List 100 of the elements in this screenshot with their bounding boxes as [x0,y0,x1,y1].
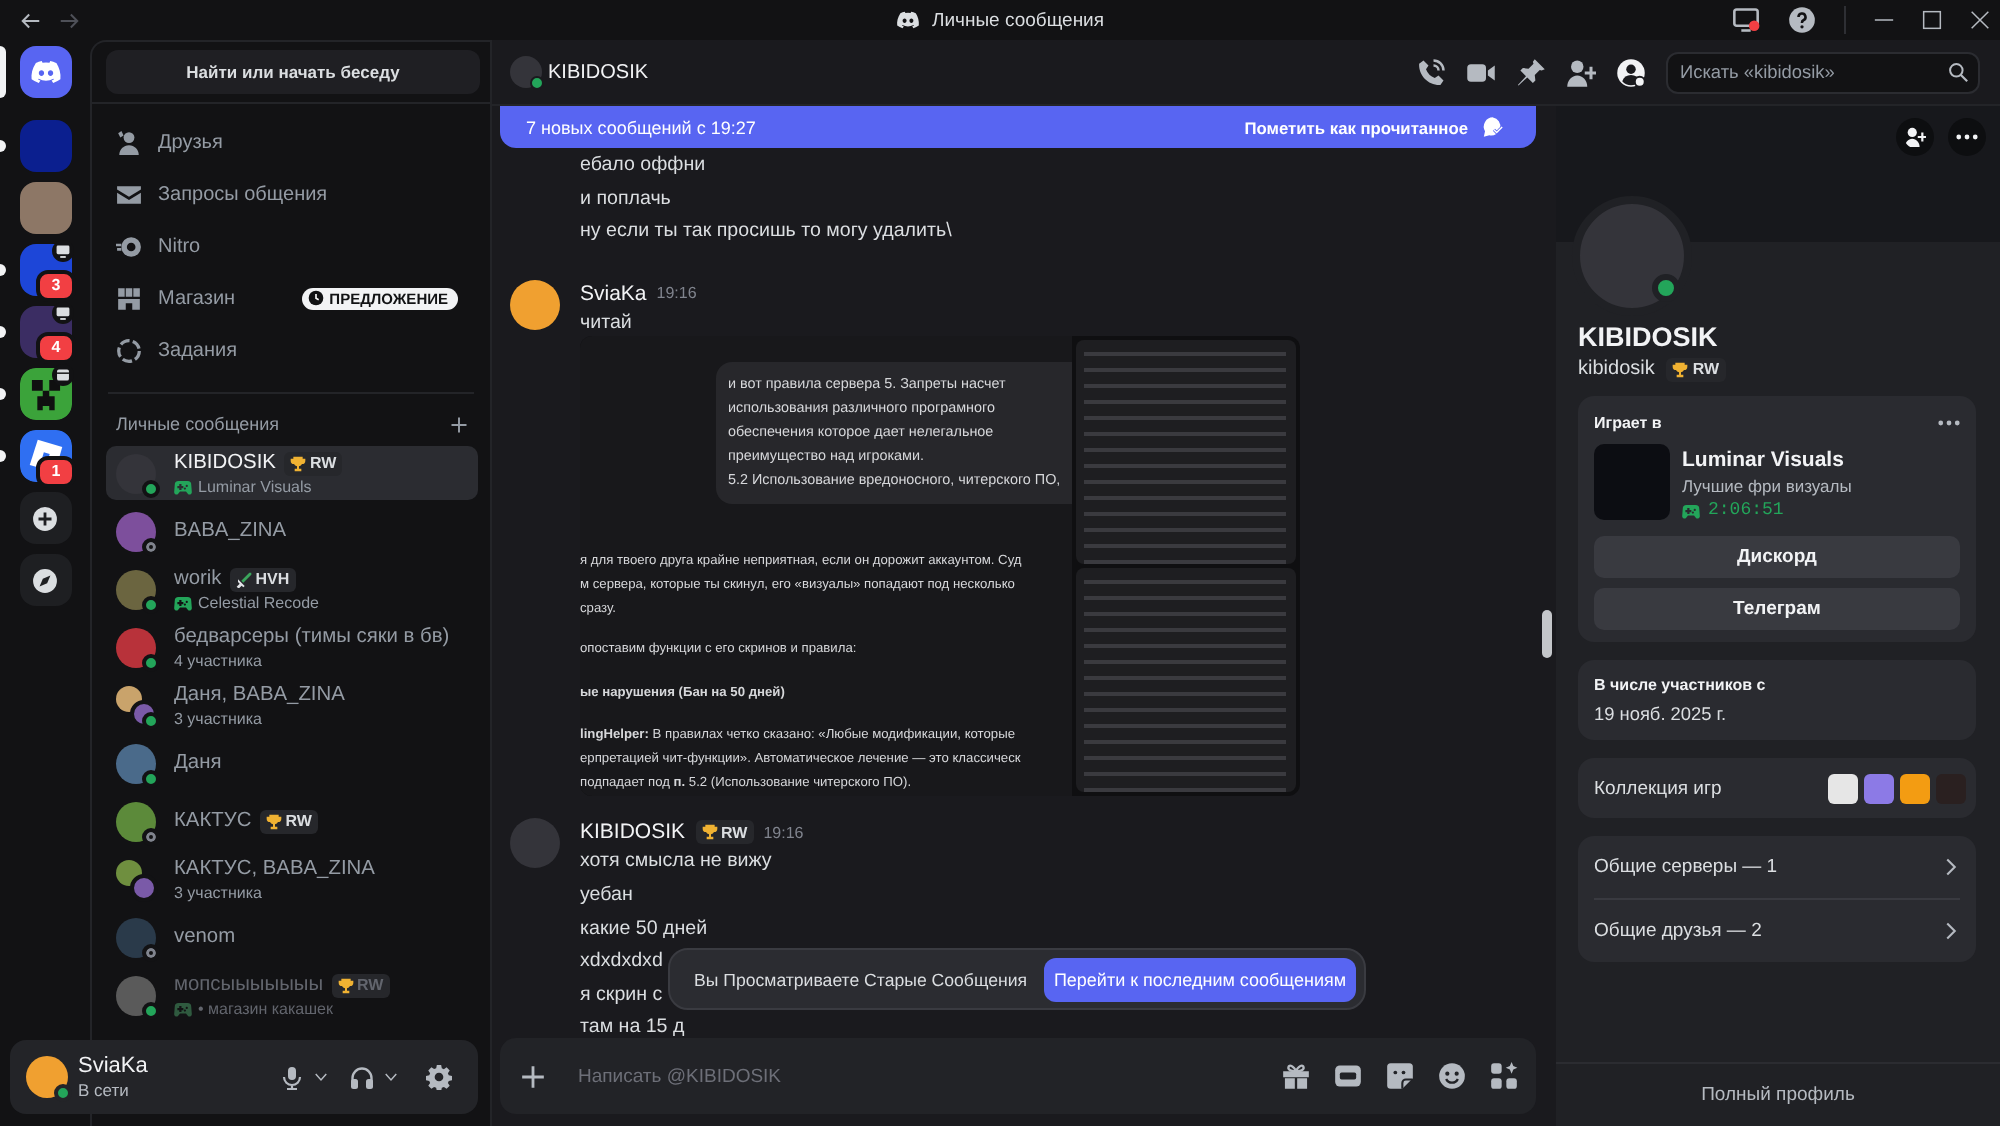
message-text: xdxdxdxd [580,948,663,977]
more-icon[interactable] [1948,118,1986,156]
dm-item[interactable]: КАКТУС, BABA_ZINA 3 участника [106,852,478,906]
controller-icon [1682,501,1700,519]
elapsed-time: 2:06:51 [1708,500,1784,520]
dm-item[interactable]: Даня [106,736,478,790]
nav-item[interactable]: Nitro [92,220,478,272]
collection-card[interactable]: Коллекция игр [1578,758,1976,818]
link-button[interactable]: Дискорд [1594,536,1960,578]
home-button[interactable] [19,46,71,98]
nav-item[interactable]: Задания [92,324,478,376]
dm-name: мопсыыыыыыы [174,974,324,996]
game-title: Luminar Visuals [1682,448,1846,472]
chat-bubble-icon [1482,116,1504,138]
author-name: SviaKa [580,281,647,306]
explore-button[interactable] [19,554,71,606]
add-friend-icon[interactable] [1566,57,1596,87]
search-icon [1948,62,1968,82]
search-input[interactable]: Искать «kibidosik» [1680,62,1948,82]
message-text: там на 15 д [580,1014,685,1038]
headphones-icon[interactable] [350,1065,374,1089]
add-server-button[interactable] [19,492,71,544]
maximize-icon[interactable] [1922,10,1942,30]
dm-subtitle: 3 участника [174,884,262,902]
calendar-icon [52,364,74,386]
trophy-icon [289,455,306,471]
mutual-row[interactable]: Общие друзья — 2 [1594,900,1960,962]
dm-item[interactable]: бедварсеры (тимы сяки в бв) 4 участника [106,620,478,674]
channel-title: KIBIDOSIK [548,61,649,83]
chevron-down-icon[interactable] [384,1070,398,1084]
username: SviaKa [78,1053,148,1079]
plus-icon[interactable] [520,1063,546,1089]
close-icon[interactable] [1970,10,1990,30]
storefront-icon [116,285,142,311]
mutual-row[interactable]: Общие серверы — 1 [1594,836,1960,898]
monitor-icon [52,302,74,324]
plus-icon [32,505,58,531]
message-text: хотя смысла не вижу [580,848,772,877]
dm-name: Даня, BABA_ZINA [174,684,345,706]
unread-count: 3 [36,270,76,302]
add-friend-icon[interactable] [1896,118,1934,156]
gif-icon[interactable] [1334,1062,1362,1090]
role-label: RW [309,454,337,472]
search-button[interactable]: Найти или начать беседу [106,50,480,94]
pin-icon[interactable] [1516,57,1546,87]
emoji-icon[interactable] [1438,1062,1466,1090]
dm-name: BABA_ZINA [174,520,287,542]
scrollbar-thumb[interactable] [1542,610,1552,658]
dm-subtitle: Celestial Recode [198,594,319,612]
chevron-right-icon [1942,858,1960,876]
dm-item[interactable]: worik HVH Celestial Recode [106,562,478,616]
jump-button[interactable]: Перейти к последним сообщениям [1044,957,1356,1001]
dm-item[interactable]: КАКТУС RW [106,794,478,848]
phone-icon[interactable] [1416,57,1446,87]
microphone-icon[interactable] [280,1065,304,1089]
role-label: RW [357,976,384,994]
section-label: Играет в [1594,414,1662,432]
message-text: читай [580,309,632,338]
message-text: и поплачь [580,185,671,214]
profile-icon[interactable] [1616,57,1646,87]
dm-item[interactable]: Даня, BABA_ZINA 3 участника [106,678,478,732]
dm-item[interactable]: BABA_ZINA [106,504,478,558]
search-field[interactable]: Искать «kibidosik» [1666,51,1980,93]
gift-icon[interactable] [1282,1062,1310,1090]
plus-icon[interactable] [450,415,468,433]
username: kibidosik [1578,358,1655,380]
banner-text: 7 новых сообщений с 19:27 [526,117,756,137]
dm-subtitle: 4 участника [174,652,262,670]
role-label: RW [1692,360,1720,378]
mark-read-button[interactable]: Пометить как прочитанное [1244,116,1504,138]
photo-placeholder[interactable] [19,182,71,234]
apps-icon[interactable] [1490,1062,1518,1090]
trophy-icon [337,977,354,993]
message-input[interactable]: Написать @KIBIDOSIK [578,1056,1258,1096]
back-arrow-icon[interactable] [20,9,42,31]
sticker-icon[interactable] [1386,1062,1414,1090]
speed-ring-icon [116,233,142,259]
dm-item[interactable]: KIBIDOSIK RW Luminar Visuals [106,446,478,500]
monitor-icon[interactable] [1732,6,1760,34]
message-composer[interactable]: Написать @KIBIDOSIK [500,1038,1536,1114]
message-text: ну если ты так просишь то могу удалить\ [580,218,952,247]
chevron-down-icon[interactable] [314,1070,328,1084]
game-cover-placeholder [1594,444,1670,520]
timestamp: 19:16 [763,823,804,842]
unread-count: 4 [36,332,76,364]
chevron-right-icon [1942,922,1960,940]
nav-item[interactable]: Друзья [92,116,478,168]
section-title: Личные сообщения [116,414,280,434]
message-text: какие 50 дней [580,915,708,944]
settings-icon[interactable] [426,1064,452,1090]
help-icon[interactable] [1788,6,1816,34]
compass-icon [32,567,58,593]
nav-item[interactable]: Запросы общения [92,168,478,220]
clock-icon [307,290,324,306]
dm-item[interactable]: venom [106,910,478,964]
sword-icon [235,571,252,587]
message-text: уебан [580,881,633,910]
link-button[interactable]: Телеграм [1594,588,1960,630]
role-label: RW [285,812,312,830]
full-profile-button[interactable]: Полный профиль [1701,1084,1855,1106]
